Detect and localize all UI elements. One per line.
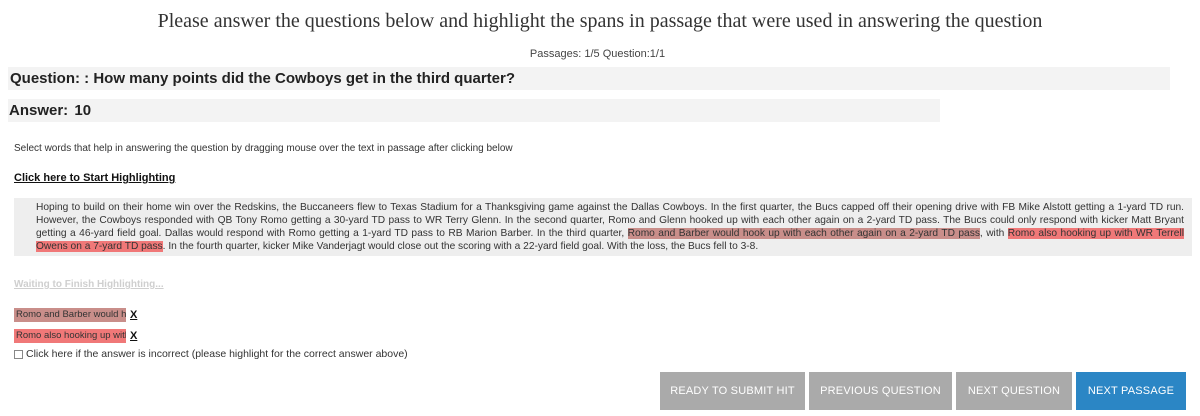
selected-span-item: Romo and Barber would hook up with each … [14,308,137,322]
page-title: Please answer the questions below and hi… [157,10,1043,32]
selected-span-chip: Romo and Barber would hook up with each … [14,308,126,322]
passage-text[interactable]: Hoping to build on their home win over t… [14,198,1192,256]
next-passage-button[interactable]: Next Passage [1076,372,1186,410]
answer-prefix: Answer: [9,102,69,119]
start-highlighting-link[interactable]: Click here to Start Highlighting [14,172,175,184]
answer-value: 10 [74,102,92,119]
incorrect-answer-checkbox[interactable] [14,349,23,359]
question-prefix: Question: : [10,70,90,87]
remove-span-button[interactable]: X [130,309,137,321]
question-bar: Question: : How many points did the Cowb… [8,67,1170,90]
selected-span-item: Romo also hooking up with WR Terrell Owe… [14,329,137,343]
passage-segment[interactable]: . In the fourth quarter, kicker Mike Van… [163,241,759,252]
answer-bar: Answer: 10 [8,99,940,122]
finish-highlighting-link[interactable]: Waiting to Finish Highlighting... [14,279,164,290]
highlight-instructions: Select words that help in answering the … [14,143,513,154]
next-question-button[interactable]: Next Question [956,372,1072,410]
remove-span-button[interactable]: X [130,330,137,342]
selected-span-chip: Romo also hooking up with WR Terrell Owe… [14,329,126,343]
incorrect-answer-option[interactable]: Click here if the answer is incorrect (p… [14,348,408,360]
progress-indicator: Passages: 1/5 Question:1/1 [529,48,666,60]
question-text: How many points did the Cowboys get in t… [93,70,516,87]
submit-hit-button[interactable]: Ready to Submit HIT [660,372,805,410]
previous-question-button[interactable]: Previous Question [809,372,952,410]
passage-segment[interactable]: , with [980,228,1008,239]
passage-highlight-1[interactable]: Romo and Barber would hook up with each … [627,228,980,239]
incorrect-answer-label[interactable]: Click here if the answer is incorrect (p… [26,348,408,360]
